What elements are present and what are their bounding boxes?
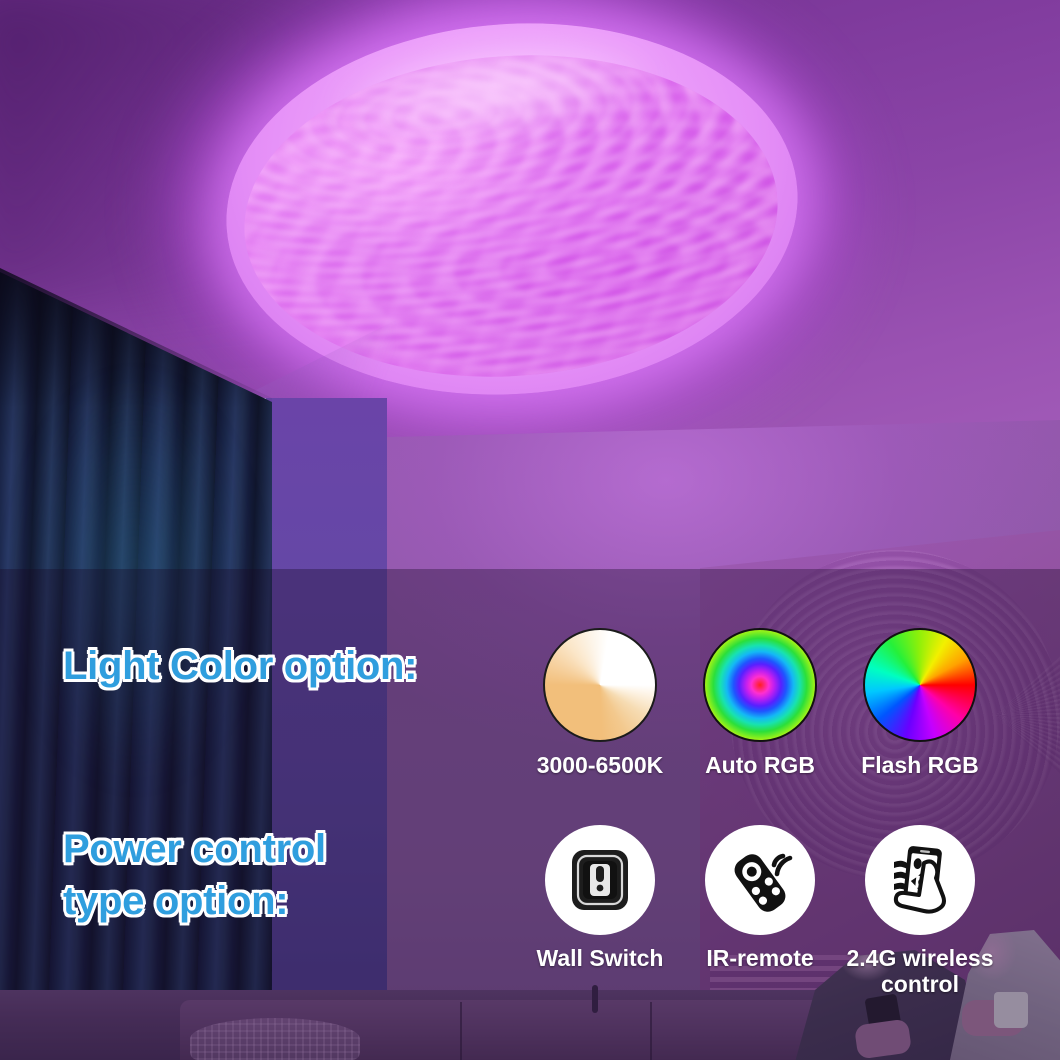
option-auto-rgb[interactable]: Auto RGB — [680, 628, 840, 778]
concentric-rainbow-icon[interactable] — [703, 628, 817, 742]
power-control-heading-line2: type option: — [63, 879, 289, 923]
power-control-option-row: Wall Switch IR-remote 2.4G wireless cont… — [520, 825, 1020, 997]
option-wireless[interactable]: 2.4G wireless control — [840, 825, 1000, 997]
option-cct[interactable]: 3000-6500K — [520, 628, 680, 778]
power-control-heading-line1: Power control — [63, 827, 326, 871]
light-color-heading: Light Color option: — [63, 644, 418, 688]
power-control-heading: Power control type option: — [63, 823, 326, 927]
color-wheel-icon[interactable] — [863, 628, 977, 742]
light-color-option-row: 3000-6500K Auto RGB Flash RGB — [520, 628, 1020, 778]
option-flash-rgb-label: Flash RGB — [861, 752, 979, 778]
phone-in-hand-icon[interactable] — [865, 825, 975, 935]
option-cct-label: 3000-6500K — [536, 752, 664, 778]
option-wireless-label: 2.4G wireless control — [846, 945, 994, 997]
option-ir-remote[interactable]: IR-remote — [680, 825, 840, 997]
option-flash-rgb[interactable]: Flash RGB — [840, 628, 1000, 778]
option-ir-remote-label: IR-remote — [706, 945, 814, 971]
product-feature-image: Light Color option: Power control type o… — [0, 0, 1060, 1060]
option-wall-switch-label: Wall Switch — [536, 945, 664, 971]
color-temperature-wheel-icon[interactable] — [543, 628, 657, 742]
feature-content: Light Color option: Power control type o… — [0, 0, 1060, 1060]
ir-remote-icon[interactable] — [705, 825, 815, 935]
option-icon-grid: 3000-6500K Auto RGB Flash RGB Wall Switc… — [520, 628, 1020, 997]
wall-switch-icon[interactable] — [545, 825, 655, 935]
option-auto-rgb-label: Auto RGB — [705, 752, 815, 778]
option-wall-switch[interactable]: Wall Switch — [520, 825, 680, 997]
